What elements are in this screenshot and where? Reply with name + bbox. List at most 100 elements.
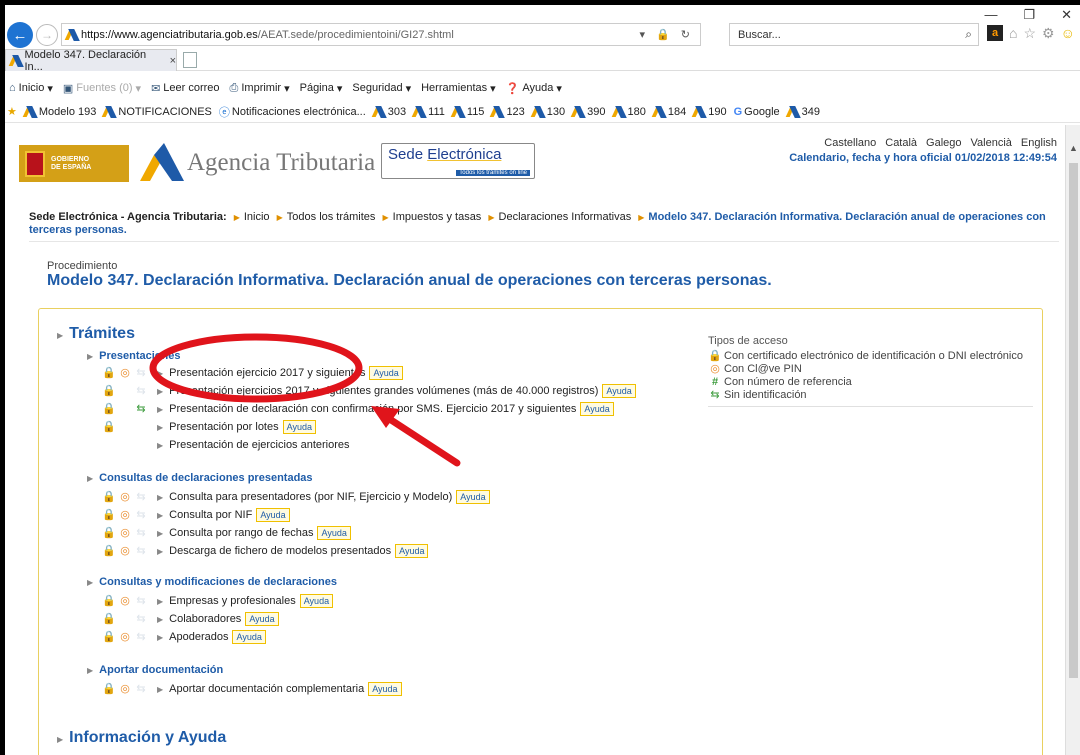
tab-close-icon[interactable]: × [170, 55, 176, 67]
sede-title-a: Sede [388, 146, 428, 163]
search-icon[interactable]: ⌕ [965, 27, 972, 42]
gobierno-logo[interactable]: GOBIERNO DE ESPAÑA [19, 145, 129, 182]
consultas-heading[interactable]: ▶ Consultas de declaraciones presentadas [87, 472, 313, 484]
fav-item[interactable]: NOTIFICACIONES [103, 105, 212, 118]
forward-button[interactable]: → [36, 24, 58, 46]
cmd-home[interactable]: ⌂ Inicio ▾ [9, 82, 53, 95]
ayuda-button[interactable]: Ayuda [395, 544, 429, 558]
breadcrumb-todos-tramites[interactable]: Todos los trámites [287, 211, 376, 223]
feedback-smiley-icon[interactable]: ☺ [1061, 25, 1075, 42]
tramite-link[interactable]: ▶ Colaboradores [157, 613, 241, 625]
ayuda-button[interactable]: Ayuda [282, 420, 316, 434]
breadcrumb-inicio[interactable]: Inicio [244, 211, 270, 223]
fav-item[interactable]: 180 [613, 105, 646, 118]
help-icon: ❓ [505, 82, 520, 95]
official-time-link[interactable]: Calendario, fecha y hora oficial 01/02/2… [789, 152, 1057, 164]
tab-modelo-347[interactable]: Modelo 347. Declaración In... × [5, 49, 177, 73]
fav-item[interactable]: 184 [653, 105, 686, 118]
breadcrumb-impuestos[interactable]: Impuestos y tasas [393, 211, 482, 223]
cmd-page[interactable]: Página ▾ [300, 82, 343, 95]
cmd-help[interactable]: ❓ Ayuda ▾ [506, 82, 562, 95]
lang-valencia[interactable]: Valencià [971, 137, 1012, 149]
expand-triangle-icon: ▶ [87, 474, 94, 483]
tramite-link[interactable]: ▶ Consulta para presentadores (por NIF, E… [157, 491, 452, 503]
scroll-thumb[interactable] [1069, 163, 1078, 678]
fav-item[interactable]: 115 [452, 105, 485, 118]
google-favicon-icon: G [733, 105, 743, 118]
fav-item[interactable]: 190 [693, 105, 726, 118]
ayuda-button[interactable]: Ayuda [232, 630, 266, 644]
back-button[interactable]: ← [7, 22, 33, 48]
cmd-mail[interactable]: ✉ Leer correo [151, 82, 219, 95]
cmd-tools[interactable]: Herramientas ▾ [421, 82, 496, 95]
aeat-logo-icon[interactable] [138, 141, 184, 183]
tramite-link-label: Consulta por NIF [169, 509, 253, 521]
breadcrumb-declaraciones[interactable]: Declaraciones Informativas [499, 211, 632, 223]
lock-icon: 🔒 [102, 595, 116, 607]
favorites-star-icon[interactable]: ☆ [1023, 25, 1036, 42]
cmd-feeds[interactable]: ▣ Fuentes (0) ▾ [63, 82, 141, 95]
tramite-link-label: Aportar documentación complementaria [169, 683, 365, 695]
aportar-heading[interactable]: ▶ Aportar documentación [87, 664, 223, 676]
tramite-link[interactable]: ▶ Descarga de fichero de modelos presenta… [157, 545, 391, 557]
lang-catala[interactable]: Català [885, 137, 917, 149]
url-status-icons[interactable]: ▾ 🔒 ↻ [639, 28, 694, 41]
settings-gear-icon[interactable]: ⚙ [1042, 25, 1055, 42]
aeat-favicon-icon [103, 105, 116, 118]
info-heading[interactable]: ▶ Información y Ayuda [57, 729, 226, 747]
lang-english[interactable]: English [1021, 137, 1057, 149]
lang-castellano[interactable]: Castellano [824, 137, 876, 149]
sede-electronica-logo[interactable]: Sede Electrónica Todos los trámites on l… [381, 143, 535, 179]
fav-item[interactable]: 123 [491, 105, 524, 118]
ayuda-button[interactable]: Ayuda [299, 594, 334, 608]
lock-icon: 🔒 [102, 545, 116, 557]
ayuda-button[interactable]: Ayuda [580, 402, 614, 416]
fav-item[interactable]: Modelo 193 [24, 105, 97, 118]
minimize-button[interactable]: — [984, 7, 997, 23]
new-tab-button[interactable] [183, 52, 197, 68]
ayuda-button[interactable]: Ayuda [369, 366, 403, 380]
tramite-link[interactable]: ▶ Consulta por NIF [157, 509, 252, 521]
presentaciones-heading[interactable]: ▶ Presentaciones [87, 350, 180, 362]
lang-galego[interactable]: Galego [926, 137, 961, 149]
tramites-heading[interactable]: ▶ Trámites [57, 325, 135, 343]
fav-item[interactable]: 111 [413, 105, 445, 118]
tramite-link[interactable]: ▶ Presentación por lotes [157, 421, 279, 433]
ayuda-button[interactable]: Ayuda [317, 526, 351, 540]
search-input[interactable]: Buscar... ⌕ [729, 23, 979, 46]
fav-item[interactable]: ⓔ Notificaciones electrónica... [219, 104, 366, 120]
cmd-print[interactable]: ⎙ Imprimir ▾ [230, 82, 290, 95]
home-icon[interactable]: ⌂ [1009, 25, 1017, 42]
modificaciones-heading[interactable]: ▶ Consultas y modificaciones de declaraci… [87, 576, 337, 588]
fav-item[interactable]: 390 [572, 105, 605, 118]
aeat-favicon-icon [413, 105, 426, 118]
close-window-button[interactable]: ✕ [1061, 7, 1072, 23]
agency-name[interactable]: Agencia Tributaria [187, 149, 375, 177]
fav-item[interactable]: 130 [532, 105, 565, 118]
ayuda-button[interactable]: Ayuda [456, 490, 490, 504]
url-input[interactable]: https://www.agenciatributaria.gob.es/AEA… [61, 23, 701, 46]
fav-item[interactable]: 349 [787, 105, 820, 118]
maximize-button[interactable]: ❐ [1023, 7, 1035, 23]
ayuda-button[interactable]: Ayuda [256, 508, 290, 522]
amazon-extension-icon[interactable]: a [987, 25, 1003, 41]
cmd-security[interactable]: Seguridad ▾ [352, 82, 411, 95]
scroll-up-icon[interactable]: ▲ [1069, 143, 1078, 153]
ayuda-button[interactable]: Ayuda [602, 384, 636, 398]
tramite-link[interactable]: ▶ Consulta por rango de fechas [157, 527, 313, 539]
tramite-link[interactable]: ▶ Presentación de declaración con confirm… [157, 403, 576, 415]
tramite-link[interactable]: ▶ Presentación de ejercicios anteriores [157, 439, 350, 451]
fav-item[interactable]: 303 [373, 105, 406, 118]
expand-triangle-icon: ▶ [157, 615, 164, 624]
ayuda-button[interactable]: Ayuda [245, 612, 279, 626]
favorites-star-icon[interactable]: ★ [7, 105, 17, 118]
tramite-link[interactable]: ▶ Presentación ejercicios 2017 y siguient… [157, 385, 598, 397]
tramite-link[interactable]: ▶ Presentación ejercicio 2017 y siguiente… [157, 367, 365, 379]
tramite-link[interactable]: ▶ Apoderados [157, 631, 228, 643]
vertical-scrollbar[interactable]: ▲ [1065, 125, 1080, 755]
sede-title-b: Electrónica [427, 146, 502, 163]
tramite-link[interactable]: ▶ Empresas y profesionales [157, 595, 296, 607]
fav-item[interactable]: G Google [734, 106, 780, 118]
tramite-link[interactable]: ▶ Aportar documentación complementaria [157, 683, 364, 695]
ayuda-button[interactable]: Ayuda [368, 682, 402, 696]
